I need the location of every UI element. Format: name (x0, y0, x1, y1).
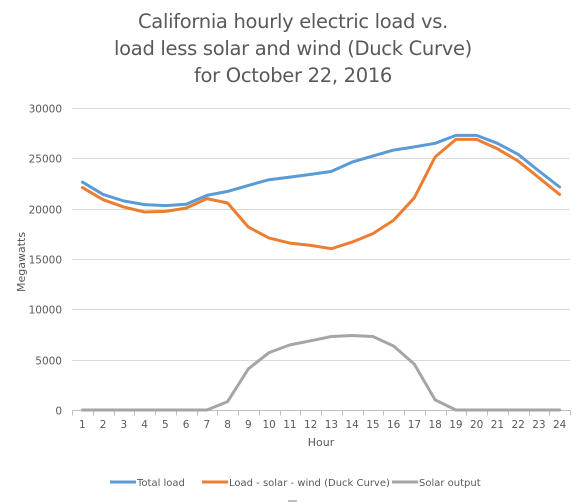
series-line-2 (80, 137, 562, 251)
x-tick-label: 16 (387, 419, 401, 431)
legend: Total load Load - solar - wind (Duck Curv… (110, 478, 481, 489)
x-tick-label: 9 (245, 419, 252, 431)
x-tick-label: 23 (532, 419, 545, 431)
x-tick-label: 18 (428, 419, 441, 431)
y-tick-label: 30000 (29, 104, 62, 116)
x-axis: 1 2 3 4 5 6 7 8 9 10 11 12 13 14 15 16 17 18 19 20 21 22 23 24 (72, 410, 571, 431)
x-tick-label: 2 (100, 419, 107, 431)
legend-label: Total load (136, 478, 185, 489)
x-tick-label: 1 (79, 419, 86, 431)
x-tick-label: 6 (183, 419, 190, 431)
y-tick-label: 0 (55, 406, 62, 418)
x-tick-label: 12 (304, 419, 317, 431)
x-tick-label: 8 (224, 419, 231, 431)
y-tick-label: 20000 (29, 205, 62, 217)
y-tick-label: 5000 (35, 356, 62, 368)
y-tick-label: 15000 (29, 255, 62, 267)
x-tick-label: 14 (345, 419, 359, 431)
x-tick-label: 13 (325, 419, 338, 431)
x-tick-label: 17 (408, 419, 421, 431)
x-tick-label: 3 (121, 419, 128, 431)
x-tick-label: 7 (204, 419, 211, 431)
line-chart: 050001000015000200002500030000 123456789… (15, 104, 571, 502)
legend-label: Load - solar - wind (Duck Curve) (229, 478, 390, 489)
legend-label: Solar output (419, 478, 481, 489)
x-tick-label: 15 (366, 419, 379, 431)
series-line-3 (80, 334, 562, 412)
x-tick-label: 20 (470, 419, 483, 431)
x-axis-title: Hour (308, 436, 335, 449)
x-tick-label: 11 (283, 419, 296, 431)
y-axis-title: Megawatts (15, 232, 28, 292)
x-tick-label: 10 (262, 419, 275, 431)
x-tick-label: 4 (141, 419, 148, 431)
x-tick-label: 22 (511, 419, 524, 431)
x-tick-label: 24 (553, 419, 567, 431)
x-tick-label: 19 (449, 419, 462, 431)
y-axis-tick-labels: 0 5000 10000 15000 20000 25000 30000 (29, 104, 62, 418)
series-lines (80, 133, 562, 412)
y-tick-label: 25000 (29, 154, 62, 166)
y-tick-label: 10000 (29, 305, 62, 317)
x-tick-label: 5 (162, 419, 169, 431)
x-tick-label: 21 (491, 419, 504, 431)
